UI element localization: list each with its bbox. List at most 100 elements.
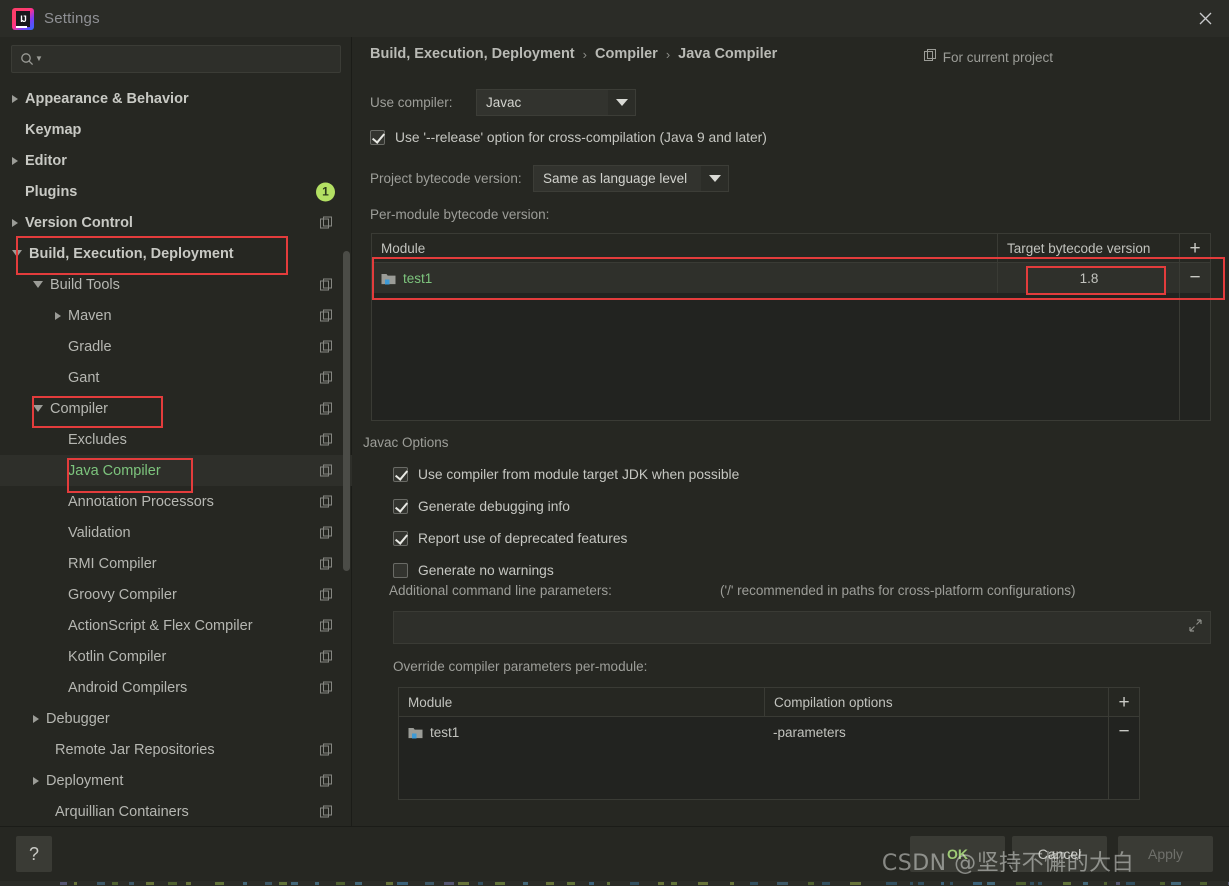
copy-icon[interactable] — [320, 216, 333, 229]
sidebar-scrollbar[interactable] — [343, 251, 350, 571]
sidebar-item-build-tools[interactable]: Build Tools — [0, 269, 352, 300]
project-bytecode-select[interactable]: Same as language level — [533, 165, 729, 192]
search-input[interactable] — [47, 52, 340, 67]
copy-icon[interactable] — [320, 650, 333, 663]
settings-tree[interactable]: Appearance & Behavior Keymap Editor Plugins… — [0, 83, 352, 826]
sidebar-item-excludes[interactable]: Excludes — [0, 424, 352, 455]
sidebar-item-compiler[interactable]: Compiler — [0, 393, 352, 424]
sidebar-item-gant[interactable]: Gant — [0, 362, 352, 393]
copy-icon[interactable] — [320, 495, 333, 508]
breadcrumb-item-1[interactable]: Compiler — [595, 46, 658, 62]
chevron-down-icon[interactable] — [701, 166, 728, 191]
copy-icon[interactable] — [320, 805, 333, 818]
copy-icon[interactable] — [320, 681, 333, 694]
use-compiler-select[interactable]: Javac — [476, 89, 636, 116]
copy-icon[interactable] — [320, 464, 333, 477]
search-box[interactable]: ▼ — [11, 45, 341, 73]
copy-icon[interactable] — [320, 340, 333, 353]
chevron-right-icon[interactable] — [12, 219, 18, 227]
bytecode-cell-module: test1 — [372, 263, 997, 293]
bytecode-col-module[interactable]: Module — [372, 234, 997, 262]
javac-option-checkbox[interactable] — [393, 563, 408, 578]
javac-option-row[interactable]: Use compiler from module target JDK when… — [393, 467, 739, 482]
ide-strip-pixel — [1063, 882, 1071, 885]
ide-strip-pixel — [168, 882, 177, 885]
sidebar-item-label: Remote Jar Repositories — [55, 742, 215, 758]
sidebar-item-plugins[interactable]: Plugins 1 — [0, 176, 352, 207]
chevron-right-icon[interactable] — [12, 95, 18, 103]
chevron-down-icon: ▼ — [35, 55, 43, 63]
sidebar-item-version-control[interactable]: Version Control — [0, 207, 352, 238]
override-add-button[interactable]: + — [1109, 688, 1140, 717]
copy-icon[interactable] — [320, 743, 333, 756]
sidebar-item-annotation-processors[interactable]: Annotation Processors — [0, 486, 352, 517]
sidebar-item-java-compiler[interactable]: Java Compiler — [0, 455, 352, 486]
sidebar-item-arquillian-containers[interactable]: Arquillian Containers — [0, 796, 352, 826]
table-row[interactable]: test1 1.8 — [372, 263, 1210, 293]
bytecode-col-target[interactable]: Target bytecode version — [997, 234, 1180, 262]
sidebar-item-remote-jar-repositories[interactable]: Remote Jar Repositories — [0, 734, 352, 765]
sidebar-item-validation[interactable]: Validation — [0, 517, 352, 548]
apply-button[interactable]: Apply — [1118, 836, 1213, 872]
cancel-button[interactable]: Cancel — [1012, 836, 1107, 872]
copy-icon[interactable] — [320, 402, 333, 415]
javac-option-checkbox[interactable] — [393, 467, 408, 482]
override-cell-options[interactable]: -parameters — [764, 717, 1109, 747]
ide-strip-pixel — [478, 882, 483, 885]
javac-option-row[interactable]: Generate no warnings — [393, 563, 554, 578]
use-compiler-label: Use compiler: — [370, 95, 476, 110]
override-remove-button[interactable]: − — [1109, 717, 1140, 746]
chevron-right-icon[interactable] — [33, 715, 39, 723]
sidebar-item-editor[interactable]: Editor — [0, 145, 352, 176]
javac-option-checkbox[interactable] — [393, 531, 408, 546]
copy-icon[interactable] — [320, 588, 333, 601]
chevron-down-icon[interactable] — [12, 250, 22, 257]
breadcrumb-item-0[interactable]: Build, Execution, Deployment — [370, 46, 575, 62]
chevron-right-icon[interactable] — [55, 312, 61, 320]
chevron-right-icon[interactable] — [12, 157, 18, 165]
javac-option-checkbox[interactable] — [393, 499, 408, 514]
bytecode-add-button[interactable]: + — [1180, 234, 1211, 263]
javac-option-row[interactable]: Generate debugging info — [393, 499, 570, 514]
copy-icon[interactable] — [320, 278, 333, 291]
javac-option-row[interactable]: Report use of deprecated features — [393, 531, 627, 546]
copy-icon[interactable] — [320, 433, 333, 446]
copy-icon[interactable] — [320, 774, 333, 787]
sidebar-item-appearance-behavior[interactable]: Appearance & Behavior — [0, 83, 352, 114]
additional-params-input[interactable] — [393, 611, 1211, 644]
override-col-module[interactable]: Module — [399, 688, 764, 716]
sidebar-item-keymap[interactable]: Keymap — [0, 114, 352, 145]
sidebar-item-build-execution-deployment[interactable]: Build, Execution, Deployment — [0, 238, 352, 269]
javac-option-label: Use compiler from module target JDK when… — [418, 467, 739, 482]
sidebar-item-deployment[interactable]: Deployment — [0, 765, 352, 796]
override-col-options[interactable]: Compilation options — [764, 688, 1109, 716]
sidebar-item-groovy-compiler[interactable]: Groovy Compiler — [0, 579, 352, 610]
copy-icon[interactable] — [320, 371, 333, 384]
copy-icon[interactable] — [320, 619, 333, 632]
table-row[interactable]: test1 -parameters — [399, 717, 1139, 747]
sidebar-item-kotlin-compiler[interactable]: Kotlin Compiler — [0, 641, 352, 672]
help-button[interactable]: ? — [16, 836, 52, 872]
sidebar-item-actionscript-flex-compiler[interactable]: ActionScript & Flex Compiler — [0, 610, 352, 641]
ide-strip-pixel — [397, 882, 408, 885]
copy-icon[interactable] — [320, 309, 333, 322]
copy-icon[interactable] — [320, 526, 333, 539]
chevron-right-icon[interactable] — [33, 777, 39, 785]
sidebar-item-rmi-compiler[interactable]: RMI Compiler — [0, 548, 352, 579]
sidebar-item-debugger[interactable]: Debugger — [0, 703, 352, 734]
ok-button[interactable]: OK — [910, 836, 1005, 872]
release-option-checkbox[interactable] — [370, 130, 385, 145]
bytecode-remove-button[interactable]: − — [1180, 263, 1211, 292]
sidebar-item-maven[interactable]: Maven — [0, 300, 352, 331]
chevron-down-icon[interactable] — [33, 405, 43, 412]
release-option-row[interactable]: Use '--release' option for cross-compila… — [370, 130, 767, 145]
sidebar-item-android-compilers[interactable]: Android Compilers — [0, 672, 352, 703]
chevron-down-icon[interactable] — [33, 281, 43, 288]
copy-icon[interactable] — [320, 557, 333, 570]
breadcrumb-item-2[interactable]: Java Compiler — [678, 46, 777, 62]
expand-icon[interactable] — [1189, 619, 1202, 637]
bytecode-cell-target[interactable]: 1.8 — [997, 263, 1180, 293]
sidebar-item-gradle[interactable]: Gradle — [0, 331, 352, 362]
close-icon[interactable] — [1181, 0, 1229, 37]
chevron-down-icon[interactable] — [608, 90, 635, 115]
